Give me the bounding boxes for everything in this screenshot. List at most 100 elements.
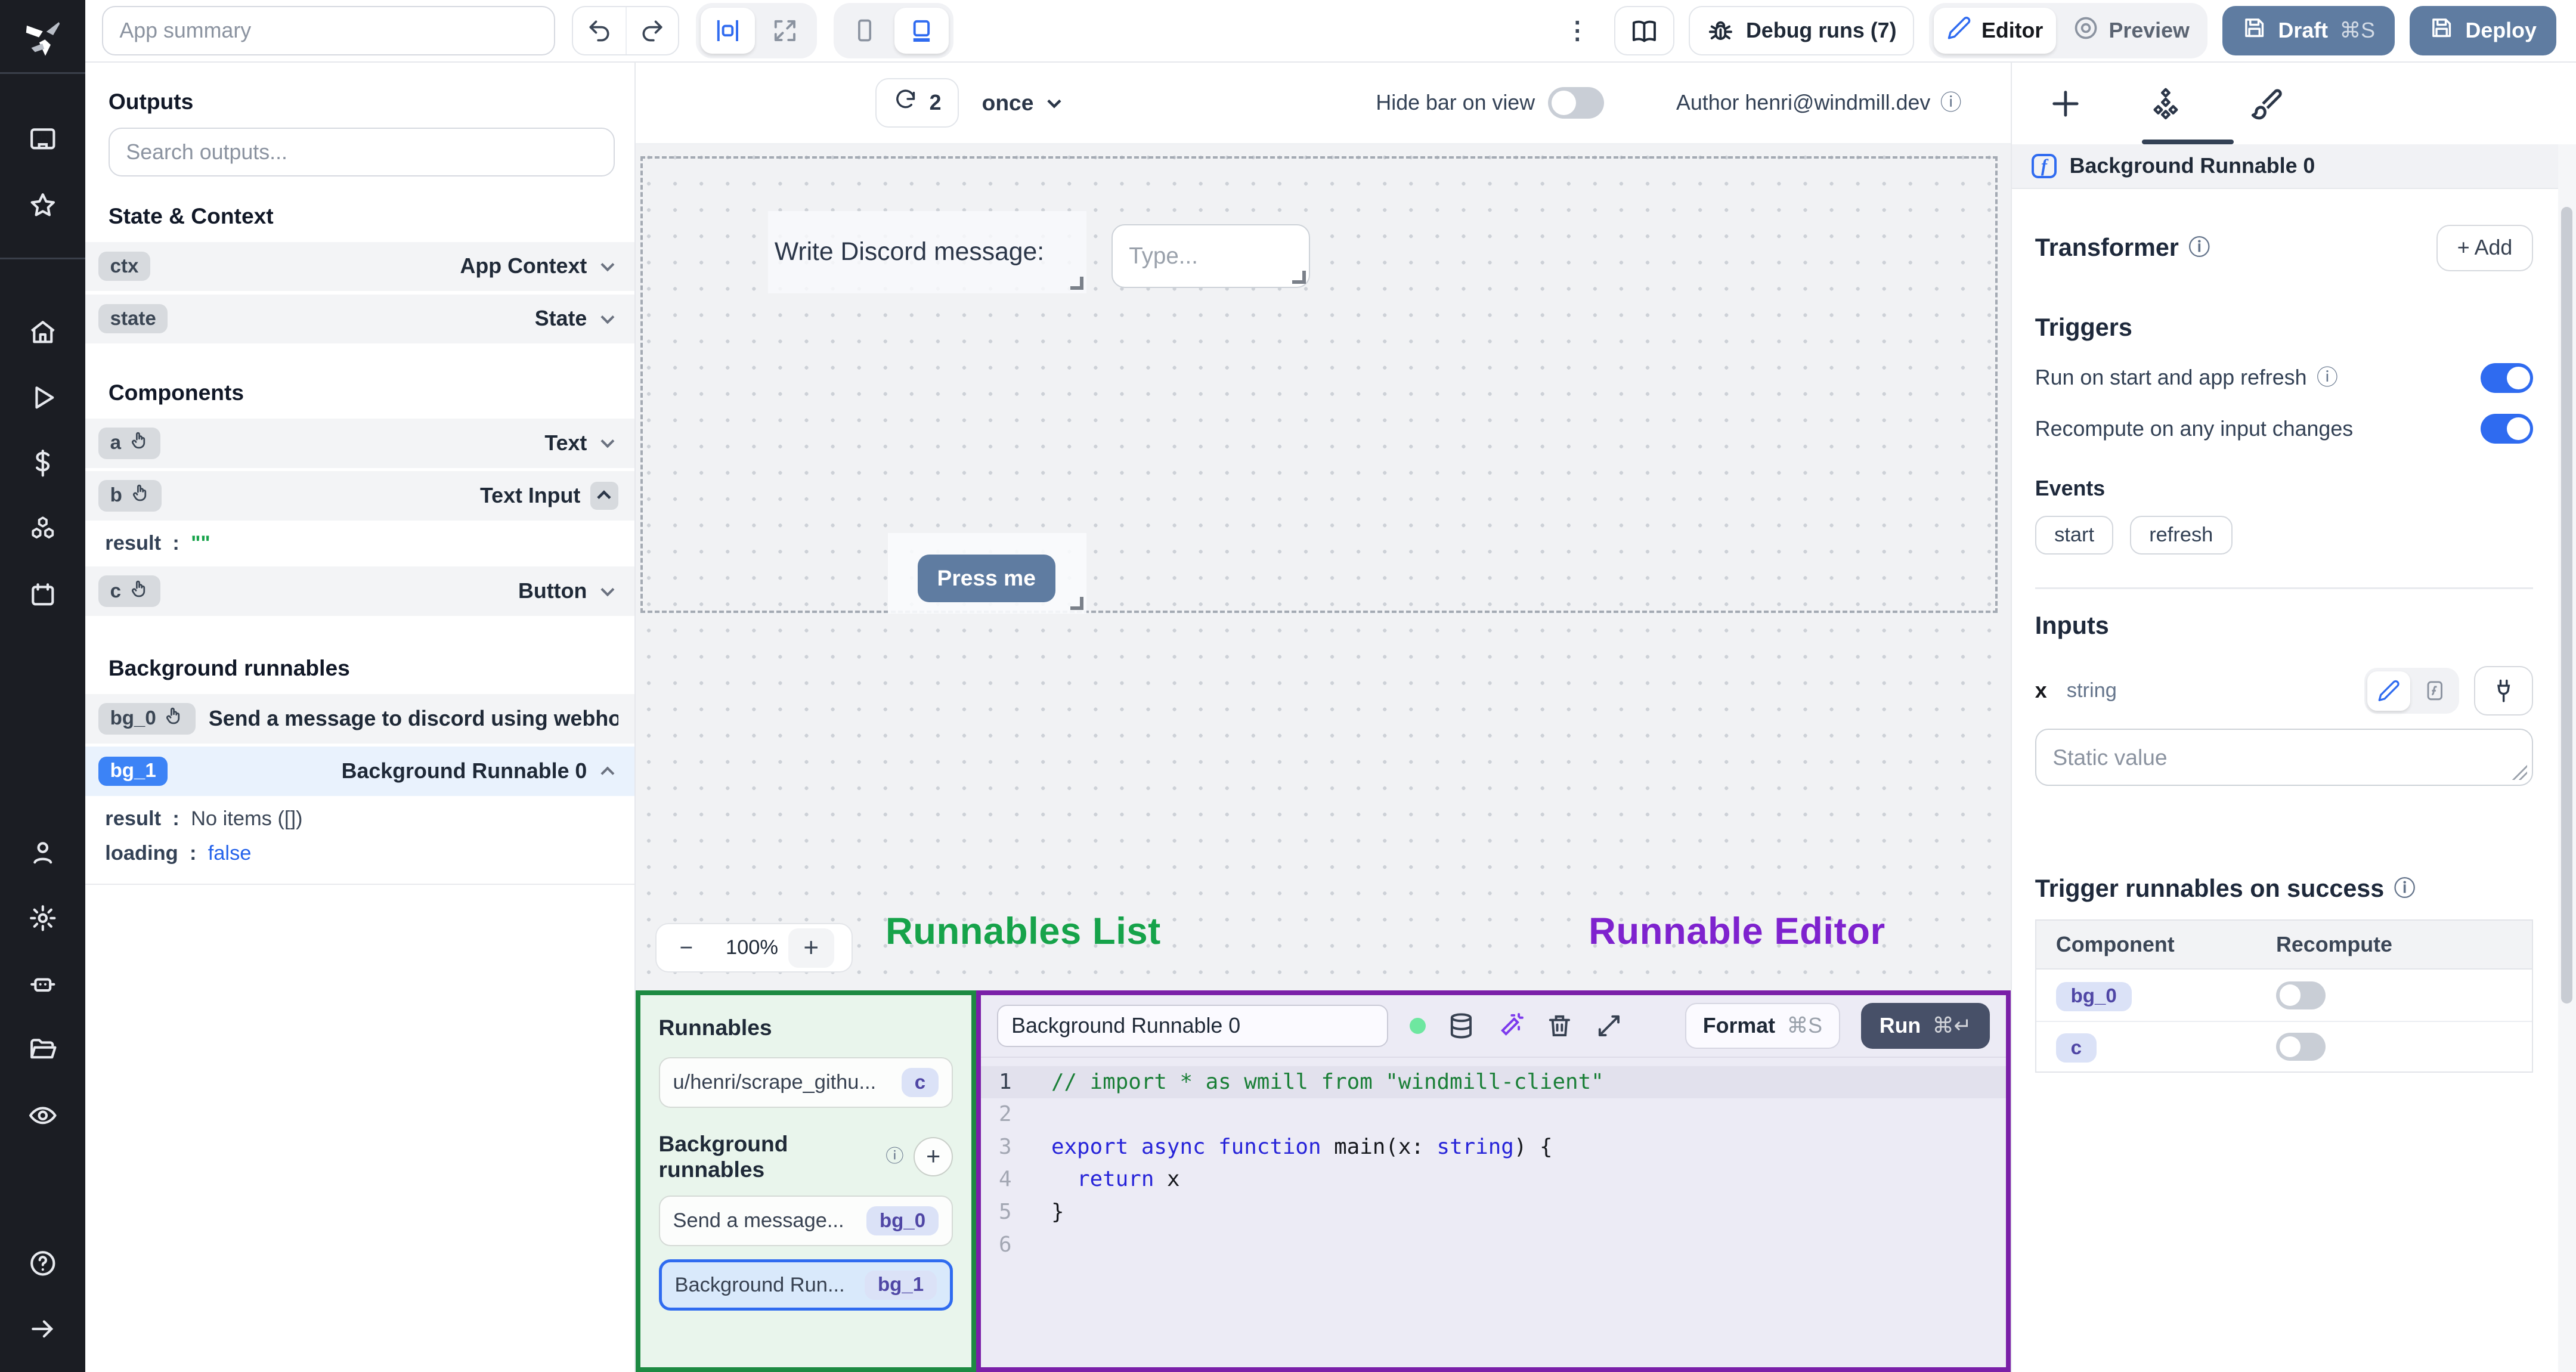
runnable-name-input[interactable] (997, 1004, 1388, 1048)
zoom-out-button[interactable]: − (657, 935, 716, 961)
tab-editor[interactable]: Editor (1934, 7, 2057, 54)
tab-insert-plus-icon[interactable] (2048, 86, 2083, 121)
refresh-count-button[interactable]: 2 (875, 78, 959, 128)
connect-plug-icon[interactable] (2474, 666, 2534, 716)
runnable-item-script[interactable]: u/henri/scrape_githu... c (658, 1057, 953, 1108)
runs-icon[interactable] (0, 365, 85, 431)
bg1-type: Background Runnable 0 (341, 758, 587, 783)
delete-trash-icon[interactable] (1546, 1012, 1574, 1040)
schedules-icon[interactable] (0, 562, 85, 627)
audit-eye-icon[interactable] (0, 1083, 85, 1148)
static-mode-pencil-icon[interactable] (2367, 671, 2410, 711)
info-icon[interactable]: ⓘ (1940, 92, 1962, 114)
c-table-badge[interactable]: c (2055, 1033, 2097, 1063)
run-on-start-toggle[interactable] (2481, 363, 2534, 393)
add-transformer-button[interactable]: + Add (2436, 225, 2534, 271)
add-background-runnable-button[interactable]: + (914, 1136, 953, 1176)
tab-settings-diamonds-icon[interactable] (2148, 86, 2183, 121)
variables-icon[interactable] (0, 431, 85, 496)
settings-gear-icon[interactable] (0, 885, 85, 951)
debug-runs-button[interactable]: Debug runs (7) (1689, 6, 1915, 55)
ai-wand-icon[interactable] (1497, 1012, 1525, 1040)
run-button[interactable]: Run ⌘↵ (1861, 1003, 1990, 1049)
eval-mode-function-icon[interactable] (2413, 671, 2456, 711)
chevron-up-icon[interactable] (597, 761, 618, 782)
textarea-resize-grip[interactable] (2512, 765, 2528, 781)
draft-button[interactable]: Draft ⌘S (2222, 6, 2395, 55)
expand-editor-icon[interactable] (1595, 1012, 1623, 1040)
help-icon[interactable] (0, 1231, 85, 1296)
output-row-b[interactable]: b Text Input (85, 471, 635, 521)
workers-robot-icon[interactable] (0, 951, 85, 1017)
database-icon[interactable] (1447, 1012, 1475, 1040)
resources-icon[interactable] (0, 496, 85, 562)
text-input-component[interactable]: Type... (1111, 224, 1311, 289)
tab-style-brush-icon[interactable] (2249, 86, 2283, 121)
runnable-item-bg0[interactable]: Send a message... bg_0 (658, 1195, 953, 1247)
user-icon[interactable] (0, 820, 85, 885)
chevron-down-icon[interactable] (597, 256, 618, 277)
code-line[interactable]: 5} (981, 1196, 2007, 1229)
output-row-ctx[interactable]: ctx App Context (85, 241, 635, 292)
scrollbar-thumb[interactable] (2561, 207, 2573, 1004)
chevron-down-icon[interactable] (597, 308, 618, 330)
active-tab-underline (2141, 140, 2234, 145)
output-row-bg0[interactable]: bg_0 Send a message to discord using web… (85, 694, 635, 744)
resize-handle[interactable] (1070, 277, 1083, 290)
interval-select[interactable]: once (982, 90, 1065, 116)
expand-canvas-button[interactable] (758, 8, 812, 54)
desktop-view-button[interactable] (894, 7, 949, 54)
chevron-down-icon[interactable] (597, 581, 618, 602)
recompute-toggle[interactable] (2481, 414, 2534, 444)
code-line[interactable]: 3 export async function main(x: string) { (981, 1131, 2007, 1164)
center-canvas-button[interactable] (700, 7, 755, 54)
format-button[interactable]: Format ⌘S (1685, 1003, 1840, 1049)
output-row-bg1-selected[interactable]: bg_1 Background Runnable 0 (85, 747, 635, 796)
redo-button[interactable] (625, 7, 678, 54)
tab-preview[interactable]: Preview (2060, 8, 2203, 54)
c-recompute-toggle[interactable] (2276, 1033, 2326, 1061)
app-canvas[interactable]: Write Discord message: Type... Press me (636, 144, 2011, 991)
windmill-logo-icon[interactable] (21, 13, 64, 63)
info-icon[interactable]: ⓘ (2317, 367, 2338, 389)
info-icon[interactable]: ⓘ (2188, 237, 2210, 259)
app-summary-input[interactable] (101, 6, 556, 55)
runnable-item-bg1-selected[interactable]: Background Run... bg_1 (658, 1259, 953, 1311)
chevron-down-icon[interactable] (597, 432, 618, 454)
canvas-zoom-control: − 100% + (655, 923, 853, 973)
bg0-recompute-toggle[interactable] (2276, 981, 2326, 1009)
output-row-c[interactable]: c Button (85, 566, 635, 616)
favorites-star-icon[interactable] (0, 172, 85, 238)
code-line[interactable]: 4 return x (981, 1163, 2007, 1196)
resize-handle[interactable] (1292, 270, 1306, 284)
info-icon[interactable]: ⓘ (2394, 878, 2416, 900)
code-editor[interactable]: 1// import * as wmill from "windmill-cli… (980, 1058, 2007, 1367)
expand-sidebar-arrow-icon[interactable] (0, 1296, 85, 1362)
button-component-box[interactable]: Press me (887, 532, 1087, 614)
folders-icon[interactable] (0, 1017, 85, 1082)
press-me-button[interactable]: Press me (917, 554, 1055, 602)
scrollbar[interactable] (2558, 144, 2576, 1372)
more-menu-icon[interactable]: ⋮ (1555, 16, 1599, 45)
undo-button[interactable] (573, 7, 626, 54)
code-line[interactable]: 6 (981, 1229, 2007, 1262)
zoom-in-button[interactable]: + (788, 928, 834, 968)
static-value-textarea[interactable]: Static value (2035, 729, 2534, 786)
output-row-a[interactable]: a Text (85, 418, 635, 468)
event-pill-start[interactable]: start (2035, 515, 2114, 555)
apps-icon[interactable] (0, 107, 85, 172)
search-outputs-input[interactable] (108, 127, 615, 177)
docs-book-button[interactable] (1614, 6, 1674, 55)
resize-handle[interactable] (1070, 597, 1083, 611)
home-icon[interactable] (0, 299, 85, 364)
text-component[interactable]: Write Discord message: (767, 210, 1087, 293)
code-line[interactable]: 1// import * as wmill from "windmill-cli… (980, 1066, 2007, 1099)
bg0-table-badge[interactable]: bg_0 (2055, 981, 2132, 1011)
event-pill-refresh[interactable]: refresh (2129, 515, 2233, 555)
hide-bar-toggle[interactable] (1548, 87, 1604, 119)
mobile-view-button[interactable] (838, 8, 891, 54)
output-row-state[interactable]: state State (85, 294, 635, 344)
code-line[interactable]: 2 (981, 1098, 2007, 1131)
deploy-button[interactable]: Deploy (2409, 6, 2556, 55)
chevron-up-icon[interactable] (590, 481, 618, 510)
